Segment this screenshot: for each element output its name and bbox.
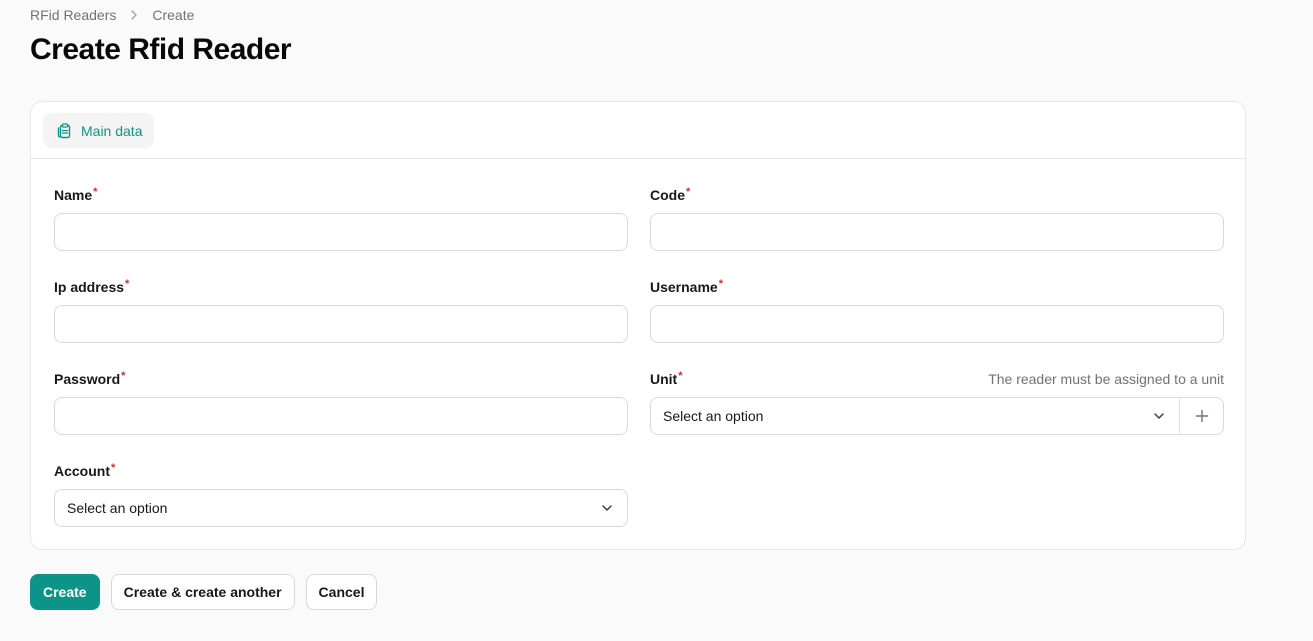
chevron-right-icon [128, 9, 140, 21]
username-label: Username * [650, 278, 723, 296]
required-mark: * [125, 278, 130, 290]
plus-icon [1195, 409, 1208, 423]
code-field: Code * [650, 187, 1224, 251]
tab-bar: Main data [31, 102, 1245, 159]
add-unit-button[interactable] [1179, 398, 1223, 434]
breadcrumb: RFid Readers Create [30, 7, 194, 23]
account-select[interactable]: Select an option [54, 489, 628, 527]
password-label: Password * [54, 370, 126, 388]
required-mark: * [678, 370, 683, 382]
username-input[interactable] [650, 305, 1224, 343]
page-title: Create Rfid Reader [30, 33, 292, 66]
password-input[interactable] [54, 397, 628, 435]
form-card: Main data Name * Code * Ip address * Userna… [30, 101, 1246, 550]
breadcrumb-parent-link[interactable]: RFid Readers [30, 7, 116, 23]
ip-address-input[interactable] [54, 305, 628, 343]
code-input[interactable] [650, 213, 1224, 251]
required-mark: * [121, 370, 126, 382]
tab-main-data-label: Main data [81, 122, 143, 139]
account-label: Account * [54, 462, 116, 480]
required-mark: * [686, 186, 691, 198]
clipboard-document-icon [55, 122, 73, 140]
chevron-down-icon [599, 500, 615, 516]
name-label: Name * [54, 186, 98, 204]
username-field: Username * [650, 279, 1224, 343]
ip-address-field: Ip address * [54, 279, 628, 343]
form-actions: Create Create & create another Cancel [30, 574, 378, 610]
breadcrumb-current: Create [152, 7, 195, 23]
create-button[interactable]: Create [30, 574, 100, 610]
tab-main-data[interactable]: Main data [43, 113, 155, 148]
account-select-value: Select an option [67, 500, 168, 516]
code-label: Code * [650, 186, 691, 204]
create-another-button[interactable]: Create & create another [110, 574, 295, 610]
password-field: Password * [54, 371, 628, 435]
name-field: Name * [54, 187, 628, 251]
account-field: Account * Select an option [54, 463, 628, 527]
chevron-down-icon [1151, 408, 1167, 424]
required-mark: * [111, 462, 116, 474]
unit-select-value: Select an option [663, 408, 764, 424]
cancel-button[interactable]: Cancel [305, 574, 378, 610]
unit-hint: The reader must be assigned to a unit [988, 371, 1224, 387]
name-input[interactable] [54, 213, 628, 251]
unit-select[interactable]: Select an option [650, 397, 1224, 435]
required-mark: * [93, 186, 98, 198]
ip-address-label: Ip address * [54, 278, 130, 296]
unit-field: Unit * The reader must be assigned to a u… [650, 371, 1224, 435]
required-mark: * [718, 278, 723, 290]
